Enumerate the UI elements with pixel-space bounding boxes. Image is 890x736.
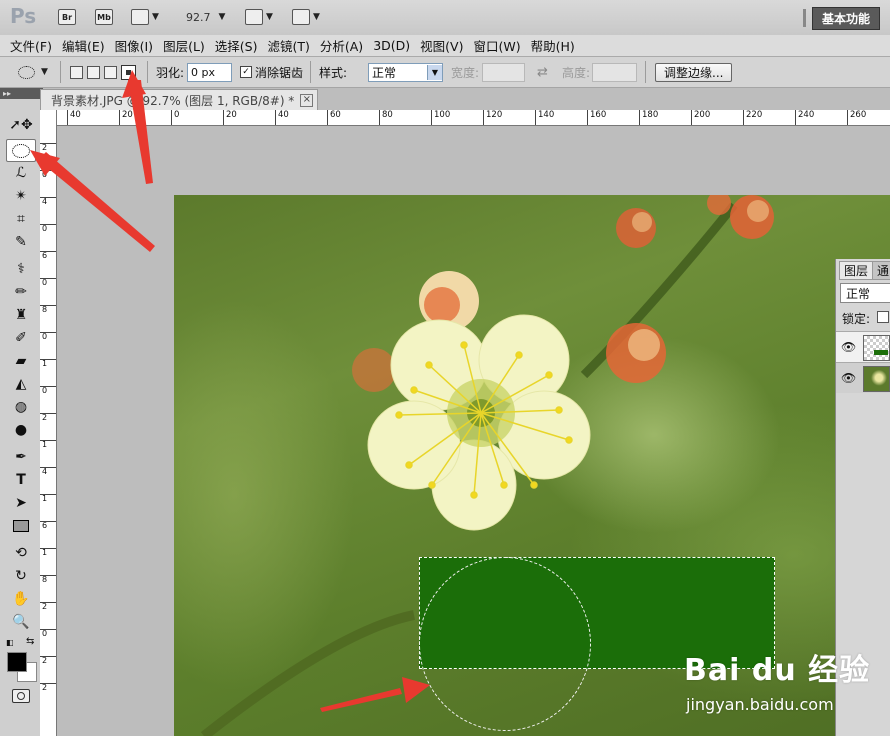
annotation-arrowhead-canvas bbox=[402, 677, 430, 703]
watermark-url: jingyan.baidu.com bbox=[686, 695, 834, 714]
baidu-logo: Bai du 经验 bbox=[684, 653, 871, 688]
annotation-arrowhead-options bbox=[122, 70, 146, 98]
annotation-arrows bbox=[30, 70, 430, 712]
baidu-jingyan-watermark: Bai du 经验 jingyan.baidu.com bbox=[684, 645, 890, 721]
annotation-arrow-toolbox bbox=[38, 152, 155, 252]
annotation-arrow-canvas bbox=[320, 688, 402, 712]
